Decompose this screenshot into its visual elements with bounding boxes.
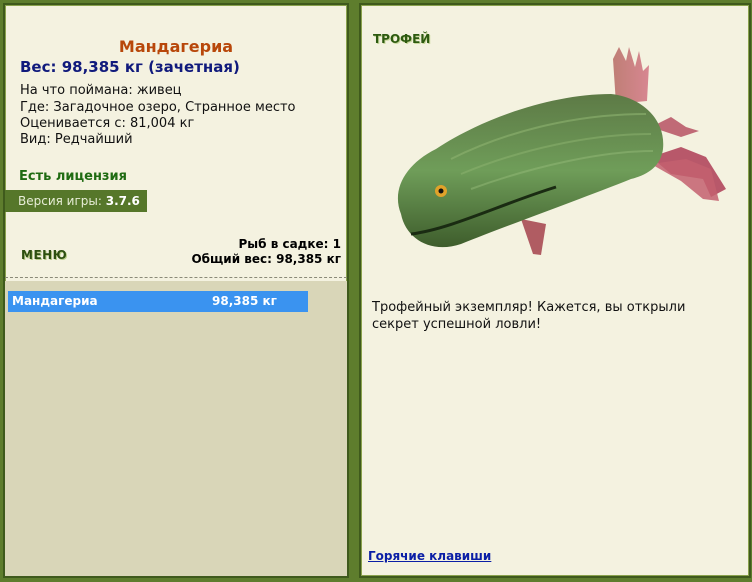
value-info: Оценивается с: 81,004 кг — [20, 116, 195, 131]
version-label: Версия игры: — [18, 194, 102, 208]
hotkeys-link[interactable]: Горячие клавиши — [368, 549, 491, 563]
keepnet-row-name: Мандагериа — [12, 294, 98, 308]
keepnet-fish-count: Рыб в садке: 1 — [238, 237, 342, 251]
bait-info: На что поймана: живец — [20, 83, 182, 98]
fish-name-title: Мандагериа — [118, 37, 234, 56]
divider — [5, 277, 347, 278]
rarity-info: Вид: Редчайший — [20, 132, 133, 147]
game-frame: Мандагериа Вес: 98,385 кг (зачетная) На … — [0, 0, 752, 582]
version-bar: Версия игры: 3.7.6 — [5, 190, 147, 212]
keepnet-total-weight: Общий вес: 98,385 кг — [191, 252, 341, 266]
catch-info-panel: Мандагериа Вес: 98,385 кг (зачетная) На … — [3, 3, 349, 578]
keepnet-list: Мандагериа 98,385 кг — [5, 281, 347, 576]
keepnet-stats: Рыб в садке: 1 Общий вес: 98,385 кг — [191, 237, 341, 267]
trophy-message: Трофейный экземпляр! Кажется, вы открыли… — [372, 300, 686, 332]
version-value: 3.7.6 — [105, 194, 140, 208]
license-status: Есть лицензия — [19, 169, 127, 184]
fish-image — [397, 47, 726, 255]
menu-button[interactable]: МЕНЮ — [21, 248, 67, 262]
keepnet-row[interactable]: Мандагериа 98,385 кг — [8, 291, 308, 312]
location-info: Где: Загадочное озеро, Странное место — [20, 100, 296, 115]
fish-weight: Вес: 98,385 кг (зачетная) — [20, 58, 240, 76]
trophy-panel: ТРОФЕЙ Трофейный экземпляр! Кажется, вы … — [359, 3, 751, 578]
keepnet-row-weight: 98,385 кг — [212, 294, 277, 308]
